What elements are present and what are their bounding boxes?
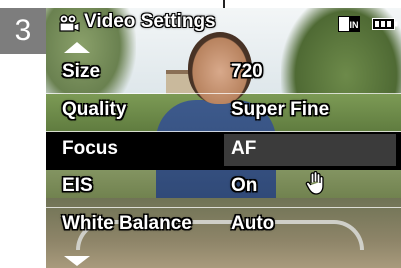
step-number-badge: 3 xyxy=(0,8,46,54)
menu-item-white-balance[interactable]: White Balance Auto xyxy=(46,208,401,246)
menu-title: Video Settings xyxy=(84,11,216,32)
hand-pointer-icon xyxy=(305,171,324,195)
settings-menu: Size 720 Quality Super Fine Focus AF EIS… xyxy=(46,56,401,246)
menu-header: Video Settings IN xyxy=(46,8,401,38)
menu-item-value: Auto xyxy=(231,213,275,234)
menu-item-focus[interactable]: Focus AF xyxy=(46,132,401,170)
in-indicator-label: IN xyxy=(350,20,359,30)
menu-item-label: White Balance xyxy=(62,213,192,234)
callout-line xyxy=(223,0,225,8)
menu-item-label: EIS xyxy=(62,175,93,196)
menu-item-size[interactable]: Size 720 xyxy=(46,56,401,94)
menu-item-quality[interactable]: Quality Super Fine xyxy=(46,94,401,132)
scroll-down-arrow-icon[interactable] xyxy=(64,256,90,266)
menu-item-label: Focus xyxy=(62,138,118,159)
menu-item-label: Size xyxy=(62,61,101,82)
menu-item-eis[interactable]: EIS On xyxy=(46,170,401,208)
menu-item-label: Quality xyxy=(62,99,127,120)
in-indicator-icon: IN xyxy=(338,16,360,32)
scroll-up-arrow-icon[interactable] xyxy=(64,42,90,53)
menu-item-value: AF xyxy=(231,138,257,159)
camera-screen: Video Settings IN Size 720 Quality Super… xyxy=(46,8,401,268)
menu-item-value: On xyxy=(231,175,258,196)
menu-item-value: 720 xyxy=(231,61,263,82)
video-camera-icon xyxy=(59,14,80,32)
battery-icon xyxy=(372,18,398,30)
menu-item-value: Super Fine xyxy=(231,99,330,120)
